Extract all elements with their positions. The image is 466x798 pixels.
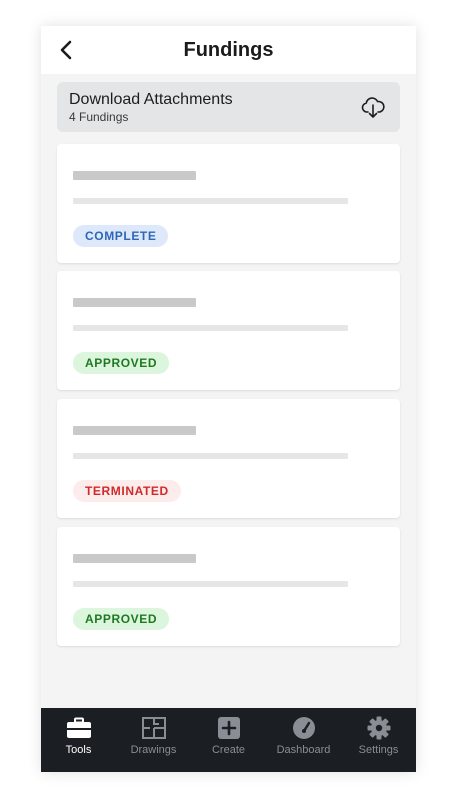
tab-label: Settings [358,744,399,756]
tab-label: Tools [65,744,92,756]
skeleton-line [73,325,348,331]
download-count: 4 Fundings [69,110,129,124]
status-badge: APPROVED [73,352,170,374]
funding-card[interactable]: TERMINATED [57,399,400,518]
tab-label: Dashboard [276,744,331,756]
nav-bar: Fundings [41,26,416,74]
download-attachments-button[interactable]: Download Attachments 4 Fundings [57,82,400,132]
gear-icon [367,716,390,740]
tab-drawings[interactable]: Drawings [116,708,191,772]
skeleton-title [73,298,196,307]
status-badge: TERMINATED [73,480,181,502]
tab-label: Drawings [130,744,177,756]
plus-square-icon [217,717,240,739]
skeleton-line [73,198,348,204]
download-title: Download Attachments [69,91,233,108]
app-screen: Fundings Download Attachments 4 Fundings… [41,26,416,772]
skeleton-title [73,554,196,563]
funding-card[interactable]: APPROVED [57,527,400,646]
tab-bar: Tools Drawings Create Dashboard Settings [41,708,416,772]
tab-label: Create [211,744,246,756]
tab-settings[interactable]: Settings [341,708,416,772]
skeleton-title [73,171,196,180]
status-badge: APPROVED [73,608,170,630]
toolbox-icon [66,717,91,738]
skeleton-line [73,453,348,459]
floorplan-icon [141,717,166,739]
skeleton-line [73,581,348,587]
gauge-icon [292,717,315,739]
tab-dashboard[interactable]: Dashboard [266,708,341,772]
funding-card[interactable]: COMPLETE [57,144,400,263]
cloud-download-icon [361,97,385,118]
tab-create[interactable]: Create [191,708,266,772]
funding-card[interactable]: APPROVED [57,271,400,390]
skeleton-title [73,426,196,435]
tab-tools[interactable]: Tools [41,708,116,772]
page-title: Fundings [183,39,274,61]
status-badge: COMPLETE [73,225,169,247]
